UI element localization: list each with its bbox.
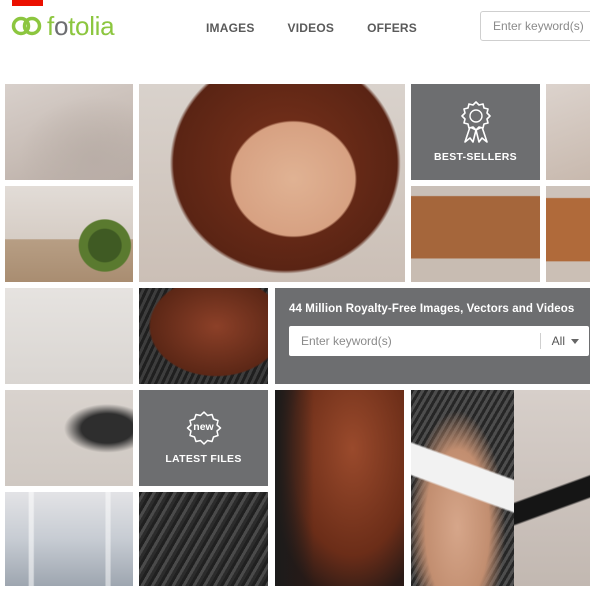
adobe-tab xyxy=(12,0,43,6)
photo-tile[interactable] xyxy=(139,288,268,384)
best-sellers-label: BEST-SELLERS xyxy=(434,151,517,163)
photo-tile-phone[interactable] xyxy=(411,390,514,586)
photo-tile[interactable] xyxy=(546,84,590,180)
search-panel-heading: 44 Million Royalty-Free Images, Vectors … xyxy=(289,303,575,315)
latest-files-label: LATEST FILES xyxy=(165,453,242,465)
latest-files-tile[interactable]: new LATEST FILES xyxy=(139,390,268,486)
photo-tile[interactable] xyxy=(5,492,133,586)
award-ribbon-icon xyxy=(460,101,491,143)
photo-tile[interactable] xyxy=(5,186,133,282)
photo-tile[interactable] xyxy=(139,492,268,586)
content-type-select[interactable]: All xyxy=(539,333,589,349)
fotolia-logo[interactable]: fotolia xyxy=(11,10,115,42)
photo-tile[interactable] xyxy=(514,390,590,586)
new-badge-icon: new xyxy=(186,411,222,445)
new-badge-text: new xyxy=(193,421,214,433)
photo-tile-portrait[interactable] xyxy=(139,84,405,282)
nav-offers[interactable]: OFFERS xyxy=(367,21,417,35)
photo-tile[interactable] xyxy=(5,84,133,180)
photo-tile[interactable] xyxy=(546,186,590,282)
photo-tile[interactable] xyxy=(5,288,133,384)
content-type-value: All xyxy=(551,334,565,348)
photo-tile[interactable] xyxy=(275,390,404,586)
photo-tile[interactable] xyxy=(5,390,133,486)
photo-tile[interactable] xyxy=(411,186,540,282)
main-nav: IMAGES VIDEOS OFFERS xyxy=(206,21,417,35)
chevron-down-icon xyxy=(571,338,579,344)
logo-wordmark: fotolia xyxy=(47,10,115,41)
panel-search-box: All xyxy=(289,326,589,356)
nav-videos[interactable]: VIDEOS xyxy=(288,21,335,35)
search-panel: 44 Million Royalty-Free Images, Vectors … xyxy=(275,288,590,384)
logo-rings-icon xyxy=(11,16,42,36)
best-sellers-tile[interactable]: BEST-SELLERS xyxy=(411,84,540,180)
nav-images[interactable]: IMAGES xyxy=(206,21,255,35)
header-search-input[interactable] xyxy=(480,11,590,41)
panel-search-input[interactable] xyxy=(289,326,540,356)
hero-mosaic: BEST-SELLERS 44 Million Royalty-Free Ima… xyxy=(0,84,590,586)
